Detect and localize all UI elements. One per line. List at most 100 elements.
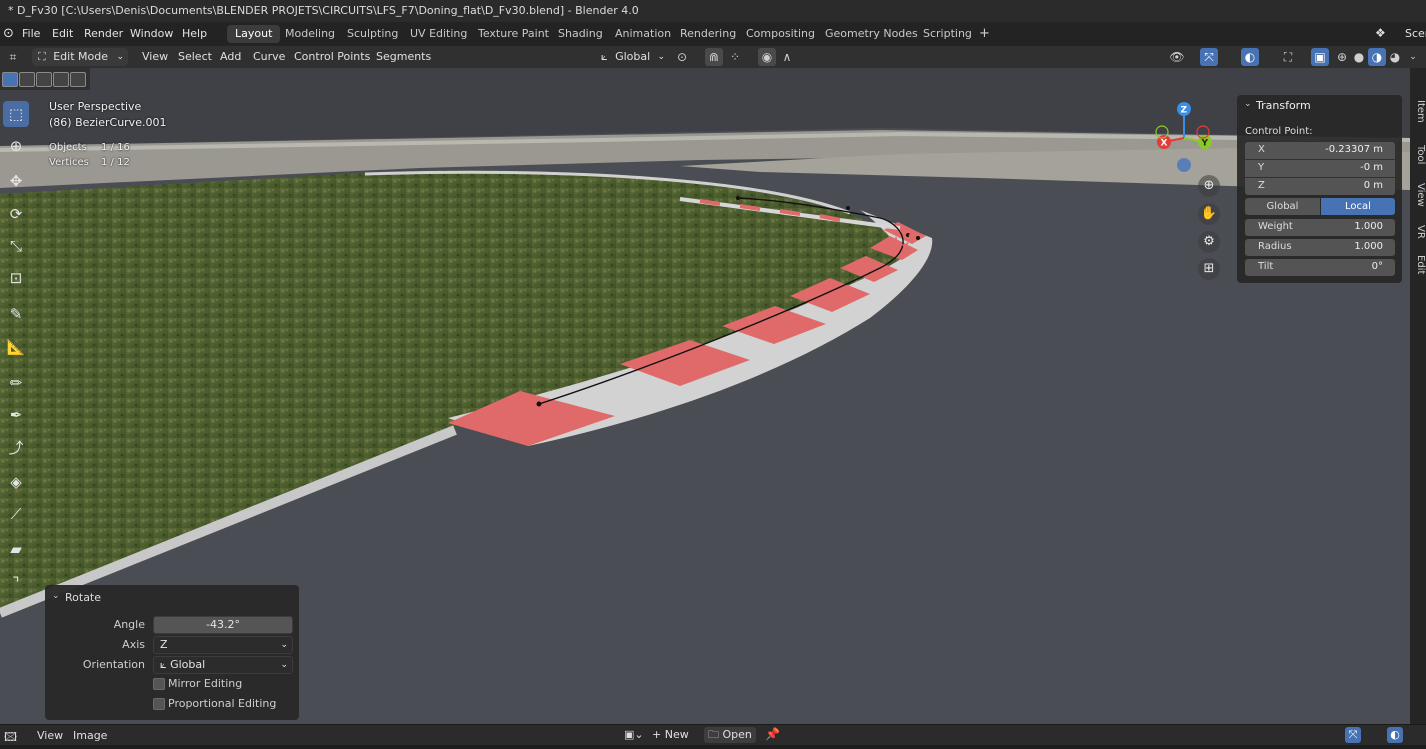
image-browse-icon[interactable]: ▣⌄ <box>624 728 644 741</box>
open-image-button[interactable]: 🗀 Open <box>704 727 756 743</box>
rotate-tool-icon[interactable]: ⟳ <box>3 201 29 227</box>
orientation-dropdown[interactable]: ⟀ Global ⌄ <box>153 656 293 674</box>
new-image-button[interactable]: + New <box>652 728 689 741</box>
perspective-grid-icon[interactable]: ⊞ <box>1198 258 1220 280</box>
scene-name[interactable]: Scen <box>1405 27 1426 40</box>
shading-material-icon[interactable]: ◑ <box>1368 48 1386 66</box>
tab-rendering[interactable]: Rendering <box>672 25 744 43</box>
pen-tool-icon[interactable]: ✒ <box>3 402 29 428</box>
snap-magnet-icon[interactable]: ⋒ <box>705 48 723 66</box>
location-y-field[interactable]: Y -0 m <box>1245 160 1395 177</box>
randomize-tool-icon[interactable]: ▰ <box>3 536 29 562</box>
falloff-curve-icon[interactable]: ∧ <box>778 48 796 66</box>
pivot-point-icon[interactable]: ⊙ <box>673 48 691 66</box>
select-box-tool-icon[interactable]: ⬚ <box>3 101 29 127</box>
header-menu-select[interactable]: Select <box>178 50 212 63</box>
extrude-tool-icon[interactable]: ⤴ <box>3 435 29 461</box>
mesh-edit-overlay-icon[interactable]: ⛶ <box>1279 48 1297 66</box>
zoom-icon[interactable]: ⊕ <box>1198 175 1220 197</box>
editor-type-icon[interactable]: ⌗ <box>4 48 22 66</box>
tab-texture-paint[interactable]: Texture Paint <box>470 25 557 43</box>
measure-tool-icon[interactable]: 📐 <box>3 334 29 360</box>
control-point[interactable] <box>916 236 920 240</box>
sidebar-tab-view[interactable]: View <box>1410 183 1426 207</box>
proportional-edit-icon[interactable]: ◉ <box>758 48 776 66</box>
navigation-gizmo[interactable]: Z X Y <box>1150 100 1220 180</box>
tilt-field[interactable]: Tilt 0° <box>1245 259 1395 276</box>
chevron-down-icon[interactable]: ⌄ <box>1244 99 1252 109</box>
weight-field[interactable]: Weight 1.000 <box>1245 219 1395 236</box>
camera-view-icon[interactable]: ⚙ <box>1198 231 1220 253</box>
proportional-editing-checkbox[interactable] <box>153 698 165 710</box>
header-menu-segments[interactable]: Segments <box>376 50 431 63</box>
control-point[interactable] <box>536 401 542 407</box>
menu-window[interactable]: Window <box>130 27 173 40</box>
bottom-menu-view[interactable]: View <box>37 729 63 742</box>
scale-tool-icon[interactable]: ⤡ <box>3 233 29 259</box>
select-extend-icon[interactable] <box>19 72 35 87</box>
control-point[interactable] <box>736 196 740 200</box>
location-z-field[interactable]: Z0 m <box>1245 178 1395 195</box>
radius-field[interactable]: Radius 1.000 <box>1245 239 1395 256</box>
sidebar-tab-tool[interactable]: Tool <box>1410 145 1426 164</box>
xray-toggle-icon[interactable]: ▣ <box>1311 48 1329 66</box>
location-x-field[interactable]: X -0.23307 m <box>1245 142 1395 159</box>
overlays-toggle-icon[interactable]: ◐ <box>1241 48 1259 66</box>
header-menu-control-points[interactable]: Control Points <box>294 50 370 63</box>
menu-edit[interactable]: Edit <box>52 27 73 40</box>
operator-title[interactable]: Rotate <box>65 591 101 604</box>
sidebar-tab-edit[interactable]: Edit <box>1410 255 1426 274</box>
transform-orientation-dropdown[interactable]: ⟀ Global ⌄ <box>595 48 665 66</box>
menu-file[interactable]: File <box>22 27 40 40</box>
header-menu-curve[interactable]: Curve <box>253 50 285 63</box>
tab-compositing[interactable]: Compositing <box>738 25 823 43</box>
cursor-tool-icon[interactable]: ⊕ <box>3 133 29 159</box>
transform-tool-icon[interactable]: ⊡ <box>3 265 29 291</box>
transform-panel-title[interactable]: Transform <box>1256 99 1311 112</box>
tab-scripting[interactable]: Scripting <box>915 25 980 43</box>
draw-tool-icon[interactable]: ✏ <box>3 370 29 396</box>
add-workspace-icon[interactable]: + <box>979 26 990 41</box>
blender-logo-icon[interactable]: ⊙ <box>3 26 14 41</box>
select-new-icon[interactable] <box>2 72 18 87</box>
tab-geometry-nodes[interactable]: Geometry Nodes <box>817 25 926 43</box>
annotate-tool-icon[interactable]: ✎ <box>3 301 29 327</box>
sidebar-tab-item[interactable]: Item <box>1410 100 1426 123</box>
mirror-editing-checkbox[interactable] <box>153 678 165 690</box>
mode-dropdown[interactable]: ⛶ Edit Mode ⌄ <box>32 48 128 66</box>
chevron-down-icon[interactable]: ⌄ <box>52 591 60 601</box>
bottom-menu-image[interactable]: Image <box>73 729 107 742</box>
select-intersect-icon[interactable] <box>70 72 86 87</box>
tab-modeling[interactable]: Modeling <box>277 25 343 43</box>
control-point[interactable] <box>846 206 850 210</box>
tab-sculpting[interactable]: Sculpting <box>339 25 406 43</box>
pan-hand-icon[interactable]: ✋ <box>1198 203 1220 225</box>
axis-dropdown[interactable]: Z ⌄ <box>153 636 293 654</box>
scene-selector-icon[interactable]: ❖ <box>1375 26 1386 40</box>
pin-icon[interactable]: 📌 <box>765 727 780 741</box>
tab-animation[interactable]: Animation <box>607 25 679 43</box>
visibility-eye-icon[interactable]: 👁 <box>1168 48 1186 66</box>
tab-shading[interactable]: Shading <box>550 25 611 43</box>
tilt-tool-icon[interactable]: ⟋ <box>3 501 29 527</box>
gizmo-toggle-icon[interactable]: ⤧ <box>1345 727 1361 743</box>
overlays-toggle-icon[interactable]: ◐ <box>1387 727 1403 743</box>
menu-help[interactable]: Help <box>182 27 207 40</box>
radius-tool-icon[interactable]: ◈ <box>3 469 29 495</box>
select-subtract-icon[interactable] <box>36 72 52 87</box>
tab-layout[interactable]: Layout <box>227 25 281 43</box>
editor-type-icon[interactable]: 🖾 <box>4 728 17 749</box>
menu-render[interactable]: Render <box>84 27 123 40</box>
shading-rendered-icon[interactable]: ◕ <box>1386 48 1404 66</box>
header-menu-add[interactable]: Add <box>220 50 241 63</box>
global-toggle[interactable]: Global <box>1245 198 1320 215</box>
snap-target-icon[interactable]: ⁘ <box>726 48 744 66</box>
sidebar-tab-vr[interactable]: VR <box>1410 225 1426 239</box>
gizmo-toggle-icon[interactable]: ⤧ <box>1200 48 1218 66</box>
move-tool-icon[interactable]: ✥ <box>3 168 29 194</box>
shading-options-icon[interactable]: ⌄ <box>1404 48 1422 66</box>
header-menu-view[interactable]: View <box>142 50 168 63</box>
3d-viewport[interactable]: User Perspective (86) BezierCurve.001 Ob… <box>0 68 1410 724</box>
local-toggle[interactable]: Local <box>1321 198 1395 215</box>
shading-wireframe-icon[interactable]: ⊕ <box>1333 48 1351 66</box>
